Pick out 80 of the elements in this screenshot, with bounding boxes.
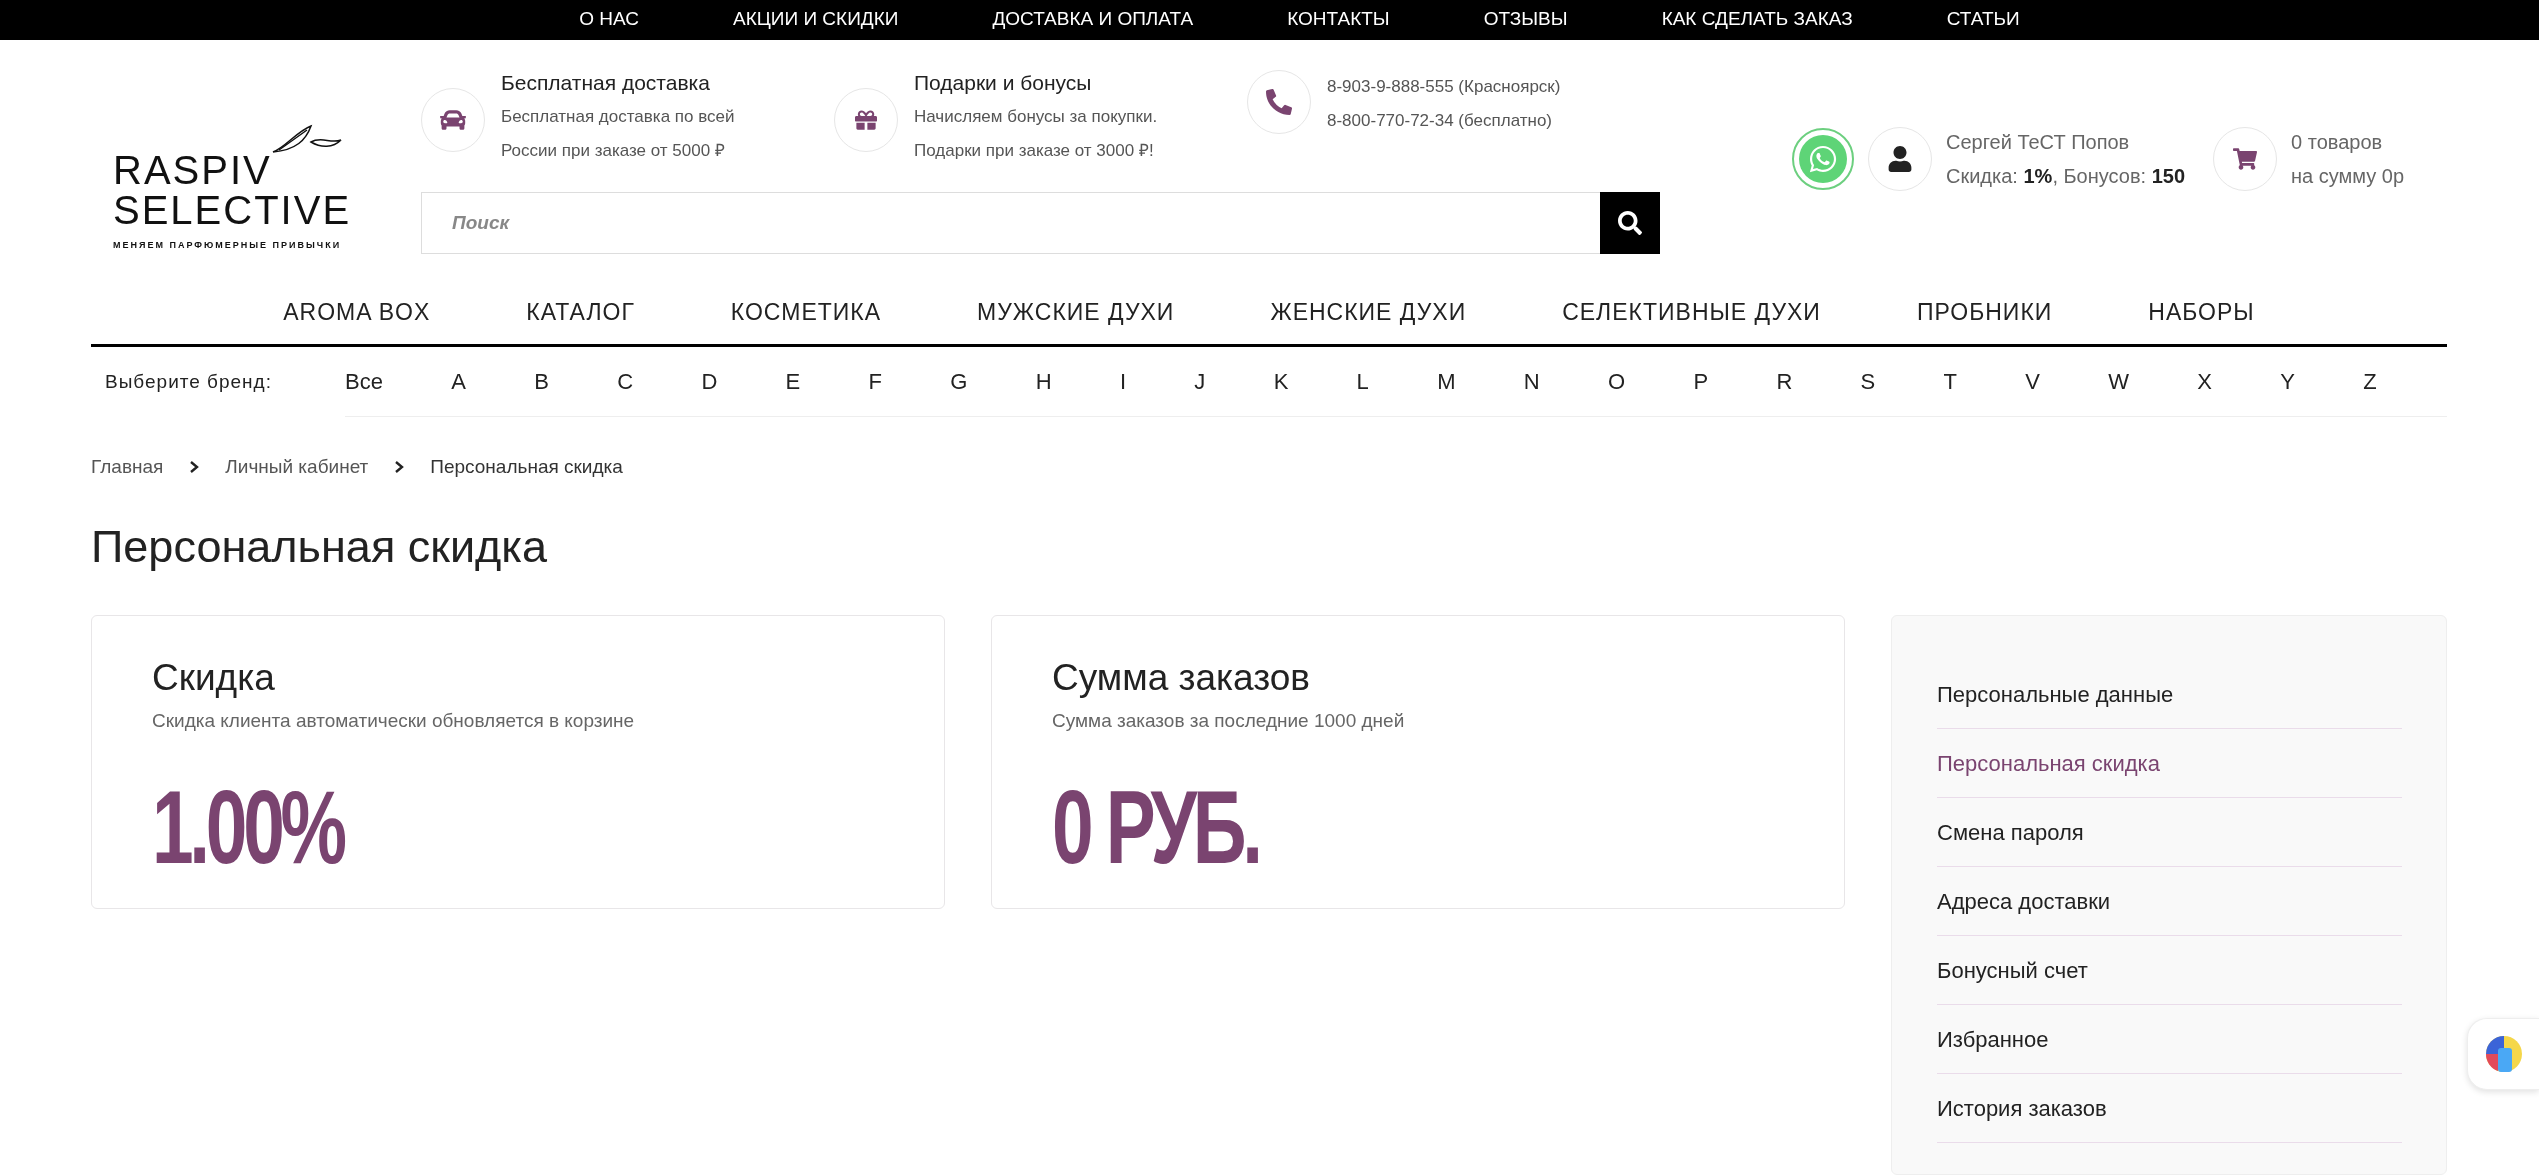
- sidebar-link[interactable]: Избранное: [1937, 1005, 2402, 1074]
- app-logo-icon: [2484, 1035, 2523, 1073]
- brand-letter-link[interactable]: W: [2108, 368, 2130, 395]
- brand-letter-link[interactable]: B: [534, 368, 549, 395]
- breadcrumb-link[interactable]: Персональная скидка: [430, 456, 623, 478]
- brand-letter-link[interactable]: L: [1356, 368, 1369, 395]
- sidebar-link[interactable]: История заказов: [1937, 1074, 2402, 1143]
- brand-filter-label: Выберите бренд:: [104, 371, 273, 393]
- sidebar-link[interactable]: Адреса доставки: [1937, 867, 2402, 936]
- brand-letter-link[interactable]: V: [2025, 368, 2040, 395]
- info-title: Бесплатная доставка: [501, 70, 711, 96]
- card-subtitle: Скидка клиента автоматически обновляется в корзине: [152, 710, 636, 732]
- brand-letter-link[interactable]: M: [1437, 368, 1456, 395]
- cart-summary: на сумму 0р: [2291, 164, 2405, 189]
- brand-letter-link[interactable]: K: [1273, 368, 1289, 395]
- brand-letter-link[interactable]: E: [785, 368, 801, 395]
- top-menu-link[interactable]: КОНТАКТЫ: [1240, 0, 1437, 40]
- top-menu-link[interactable]: О НАС: [532, 0, 687, 40]
- brand-letter-link[interactable]: N: [1523, 368, 1540, 395]
- brand-letter-link[interactable]: Y: [2280, 368, 2295, 395]
- search-button[interactable]: [1600, 192, 1660, 254]
- logo-text: SELECTIVE: [113, 190, 353, 230]
- chevron-icon: [189, 460, 200, 474]
- sidebar-link[interactable]: Бонусный счет: [1937, 936, 2402, 1005]
- info-text: 8-903-9-888-555 (Красноярск): [1327, 76, 1561, 98]
- brand-letter-link[interactable]: D: [701, 368, 718, 395]
- search-field[interactable]: Поиск: [421, 192, 1600, 254]
- breadcrumb-link[interactable]: Главная: [91, 456, 164, 478]
- sidebar-link[interactable]: Персональные данные: [1937, 660, 2402, 729]
- card-value: 0 РУБ.: [1052, 772, 1260, 882]
- logo-tagline: МЕНЯЕМ ПАРФЮМЕРНЫЕ ПРИВЫЧКИ: [113, 240, 343, 250]
- card-value: 1.00%: [152, 772, 345, 882]
- top-menu-link[interactable]: ДОСТАВКА И ОПЛАТА: [945, 0, 1241, 40]
- brand-letter-link[interactable]: C: [617, 368, 634, 395]
- brand-letter-link[interactable]: P: [1693, 368, 1709, 395]
- search-icon: [1618, 211, 1642, 235]
- user-name[interactable]: Сергей ТеСТ Попов: [1946, 125, 2186, 159]
- logo-text: RASPIV: [113, 150, 273, 190]
- top-menu-link[interactable]: АКЦИИ И СКИДКИ: [686, 0, 946, 40]
- breadcrumb-link[interactable]: Личный кабинет: [225, 456, 369, 478]
- top-menu-link[interactable]: СТАТЬИ: [1899, 0, 2067, 40]
- info-text: Бесплатная доставка по всей: [501, 106, 735, 128]
- user-status: Скидка: 1%, Бонусов: 150: [1946, 164, 2186, 189]
- brand-letter-link[interactable]: I: [1119, 368, 1127, 395]
- top-menu-link[interactable]: ОТЗЫВЫ: [1436, 0, 1615, 40]
- nav-link[interactable]: ЖЕНСКИЕ ДУХИ: [1270, 298, 1467, 326]
- chevron-icon: [394, 460, 405, 474]
- brand-letter-link[interactable]: Z: [2363, 368, 2377, 395]
- info-title: Подарки и бонусы: [914, 70, 1093, 96]
- top-menu-link[interactable]: КАК СДЕЛАТЬ ЗАКАЗ: [1614, 0, 1900, 40]
- nav-link[interactable]: НАБОРЫ: [2148, 298, 2255, 326]
- nav-link[interactable]: ПРОБНИКИ: [1916, 298, 2053, 326]
- nav-link[interactable]: СЕЛЕКТИВНЫЕ ДУХИ: [1562, 298, 1821, 326]
- cart-summary: 0 товаров: [2291, 130, 2384, 155]
- brand-letter-link[interactable]: H: [1035, 368, 1052, 395]
- brand-letter-link[interactable]: A: [451, 368, 466, 395]
- brand-letter-link[interactable]: S: [1860, 368, 1876, 395]
- info-text: Подарки при заказе от 3000 ₽!: [914, 140, 1155, 162]
- nav-link[interactable]: КОСМЕТИКА: [730, 298, 882, 326]
- card-title: Сумма заказов: [1052, 656, 1312, 700]
- brand-letter-link[interactable]: F: [868, 368, 882, 395]
- brand-letter-link[interactable]: X: [2197, 368, 2213, 395]
- brand-letter-link[interactable]: Все: [345, 368, 383, 395]
- brand-letter-link[interactable]: G: [950, 368, 968, 395]
- nav-link[interactable]: МУЖСКИЕ ДУХИ: [977, 298, 1175, 326]
- info-text: 8-800-770-72-34 (бесплатно): [1327, 110, 1554, 132]
- sidebar-link[interactable]: Смена пароля: [1937, 798, 2402, 867]
- info-text: России при заказе от 5000 ₽: [501, 140, 726, 162]
- card-title: Скидка: [152, 656, 276, 700]
- widget-button[interactable]: [2467, 1018, 2539, 1090]
- page-title: Персональная скидка: [91, 521, 549, 573]
- nav-link[interactable]: AROMA BOX: [283, 298, 431, 326]
- brand-letter-link[interactable]: O: [1607, 368, 1626, 395]
- nav-link[interactable]: КАТАЛОГ: [526, 298, 635, 326]
- brand-letter-link[interactable]: J: [1194, 368, 1206, 395]
- info-text: Начисляем бонусы за покупки.: [914, 106, 1158, 128]
- brand-letter-link[interactable]: T: [1943, 368, 1957, 395]
- brand-letter-link[interactable]: R: [1776, 368, 1793, 395]
- sidebar-link[interactable]: Персональная скидка: [1937, 729, 2402, 798]
- card-subtitle: Сумма заказов за последние 1000 дней: [1052, 710, 1406, 732]
